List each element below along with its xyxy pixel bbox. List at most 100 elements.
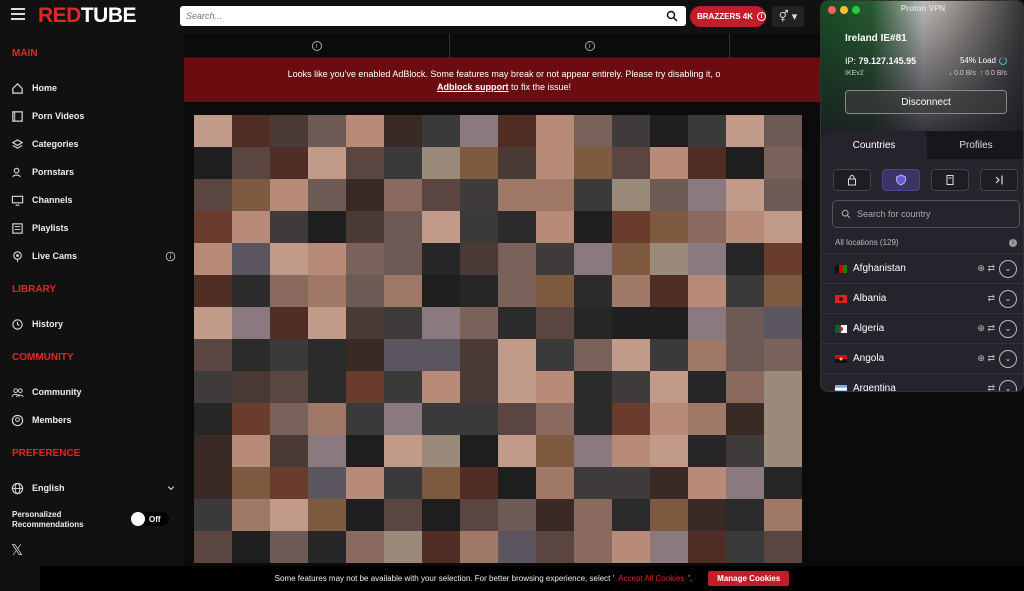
menu-icon[interactable] (11, 8, 25, 22)
mosaic-pixel (764, 147, 802, 179)
shield-filter-button[interactable] (882, 169, 920, 191)
expand-chevron-icon[interactable]: ⌄ (999, 289, 1017, 308)
mosaic-pixel (726, 211, 764, 243)
sidebar-item-label: Porn Videos (32, 111, 85, 121)
disconnect-button[interactable]: Disconnect (845, 90, 1007, 114)
gender-filter-button[interactable]: ⚥ ▾ (772, 6, 804, 27)
sidebar-item-members[interactable]: Members (11, 410, 176, 430)
search-bar[interactable] (180, 6, 686, 26)
tab-info-1[interactable]: i (184, 34, 450, 58)
sidebar-collapse-icon (995, 175, 1003, 185)
expand-chevron-icon[interactable]: ⌄ (999, 349, 1017, 368)
info-icon: i (311, 41, 322, 51)
brazzers-button[interactable]: BRAZZERS 4K i (690, 6, 766, 27)
search-icon[interactable] (666, 10, 678, 22)
mosaic-pixel (460, 403, 498, 435)
adblock-support-link[interactable]: Adblock support (437, 82, 509, 92)
country-row-angola[interactable]: Angola ⊕ ⇄ ⌄ (821, 343, 1023, 373)
mosaic-pixel (422, 371, 460, 403)
mosaic-pixel (764, 243, 802, 275)
search-input[interactable] (180, 6, 650, 26)
expand-chevron-icon[interactable]: ⌄ (999, 379, 1017, 391)
sidebar-item-live-cams[interactable]: Live Cams (11, 246, 176, 266)
sidebar-item-home[interactable]: Home (11, 78, 176, 98)
sidebar-item-history[interactable]: History (11, 314, 176, 334)
mosaic-pixel (384, 339, 422, 371)
mosaic-pixel (612, 147, 650, 179)
tab-profiles[interactable]: Profiles (927, 131, 1023, 159)
mosaic-pixel (612, 371, 650, 403)
country-row-afghanistan[interactable]: Afghanistan ⊕ ⇄ ⌄ (821, 253, 1023, 283)
sidebar-item-community[interactable]: Community (11, 382, 176, 402)
server-name: Ireland IE#81 (845, 33, 907, 44)
personalized-toggle[interactable]: Off (131, 512, 169, 526)
mosaic-pixel (536, 531, 574, 563)
mosaic-pixel (232, 275, 270, 307)
country-row-argentina[interactable]: Argentina ⇄ ⌄ (821, 373, 1023, 391)
shield-icon (896, 174, 906, 186)
mosaic-pixel (232, 371, 270, 403)
country-feature-icons: ⇄ (987, 293, 995, 303)
layers-icon (11, 138, 24, 149)
mosaic-pixel (270, 435, 308, 467)
mosaic-pixel (194, 147, 232, 179)
mosaic-pixel (688, 435, 726, 467)
mosaic-pixel (574, 243, 612, 275)
mosaic-pixel (688, 115, 726, 147)
expand-chevron-icon[interactable]: ⌄ (999, 259, 1017, 278)
adblock-suffix: to fix the issue! (508, 82, 572, 92)
mosaic-pixel (688, 147, 726, 179)
sidebar-item-porn-videos[interactable]: Porn Videos (11, 106, 176, 126)
download-speed: ↓ 0.0 B/s (948, 70, 976, 77)
mosaic-pixel (650, 243, 688, 275)
proton-vpn-window: Proton VPN Ireland IE#81 IP: 79.127.145.… (820, 0, 1024, 392)
mosaic-pixel (460, 179, 498, 211)
language-select[interactable]: English (11, 478, 176, 498)
mosaic-pixel (270, 243, 308, 275)
mosaic-pixel (232, 435, 270, 467)
x-social-icon[interactable]: 𝕏 (11, 541, 23, 559)
manage-cookies-button[interactable]: Manage Cookies (708, 571, 790, 586)
p2p-filter-button[interactable] (931, 169, 969, 191)
mosaic-pixel (384, 211, 422, 243)
expand-chevron-icon[interactable]: ⌄ (999, 319, 1017, 338)
mosaic-pixel (346, 499, 384, 531)
info-icon[interactable] (165, 251, 176, 262)
mosaic-pixel (194, 467, 232, 499)
country-row-algeria[interactable]: Algeria ⊕ ⇄ ⌄ (821, 313, 1023, 343)
logo-white-text: TUBE (80, 4, 137, 27)
flag-algeria-icon (835, 324, 847, 333)
sidebar-item-playlists[interactable]: Playlists (11, 218, 176, 238)
country-feature-icons: ⊕ ⇄ (977, 323, 995, 333)
accept-cookies-link[interactable]: Accept All Cookies (618, 574, 684, 583)
mosaic-pixel (384, 531, 422, 563)
mosaic-pixel (650, 467, 688, 499)
mosaic-pixel (194, 531, 232, 563)
country-row-albania[interactable]: Albania ⇄ ⌄ (821, 283, 1023, 313)
site-logo[interactable]: REDTUBE (38, 4, 137, 28)
tab-countries[interactable]: Countries (821, 131, 927, 159)
mosaic-pixel (536, 371, 574, 403)
mosaic-pixel (308, 115, 346, 147)
country-search-field[interactable]: Search for country (832, 200, 1020, 228)
mosaic-pixel (688, 179, 726, 211)
personalized-recommendations-label: Personalized Recommendations (12, 510, 84, 530)
mosaic-pixel (460, 499, 498, 531)
mosaic-pixel (384, 499, 422, 531)
tor-filter-button[interactable] (980, 169, 1018, 191)
sidebar-item-categories[interactable]: Categories (11, 134, 176, 154)
mosaic-pixel (232, 243, 270, 275)
info-icon[interactable]: i (1009, 239, 1017, 247)
tab-info-2[interactable]: i (450, 34, 730, 58)
mosaic-pixel (270, 147, 308, 179)
country-name: Albania (853, 293, 887, 304)
mosaic-pixel (194, 115, 232, 147)
mosaic-pixel (612, 339, 650, 371)
mosaic-pixel (194, 243, 232, 275)
sidebar-item-pornstars[interactable]: Pornstars (11, 162, 176, 182)
server-load: 54% Load (960, 56, 1007, 65)
mosaic-pixel (232, 211, 270, 243)
secure-core-filter-button[interactable] (833, 169, 871, 191)
sidebar-item-channels[interactable]: Channels (11, 190, 176, 210)
monitor-icon (11, 195, 24, 206)
